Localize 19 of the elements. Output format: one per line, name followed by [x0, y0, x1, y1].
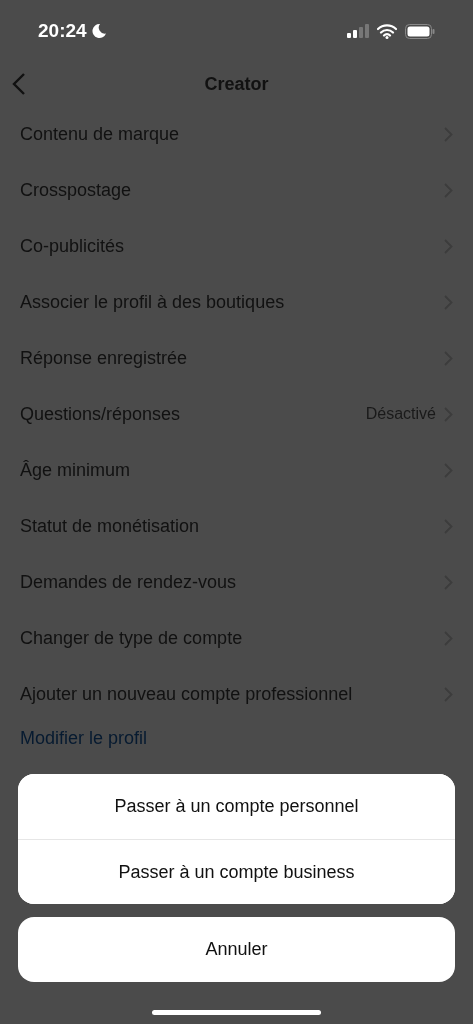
settings-row[interactable]: Demandes de rendez-vous — [0, 554, 473, 610]
edit-profile-link[interactable]: Modifier le profil — [20, 728, 148, 748]
settings-row[interactable]: Associer le profil à des boutiques — [0, 274, 473, 330]
settings-row[interactable]: Réponse enregistrée — [0, 330, 473, 386]
settings-row[interactable]: Statut de monétisation — [0, 498, 473, 554]
wifi-icon — [377, 23, 397, 39]
page-title: Creator — [204, 73, 269, 95]
settings-row[interactable]: Contenu de marque — [0, 106, 473, 162]
settings-row[interactable]: Âge minimum — [0, 442, 473, 498]
moon-icon — [90, 23, 107, 39]
battery-icon — [405, 23, 435, 39]
settings-row[interactable]: Ajouter un nouveau compte professionnel — [0, 666, 473, 722]
sheet-option[interactable]: Passer à un compte business — [18, 839, 455, 904]
settings-row[interactable]: Crosspostage — [0, 162, 473, 218]
status-time: 20:24 — [38, 20, 87, 42]
settings-row[interactable]: Changer de type de compte — [0, 610, 473, 666]
cancel-button[interactable]: Annuler — [18, 917, 455, 982]
signal-icon — [347, 24, 369, 38]
settings-row[interactable]: Co-publicités — [0, 218, 473, 274]
